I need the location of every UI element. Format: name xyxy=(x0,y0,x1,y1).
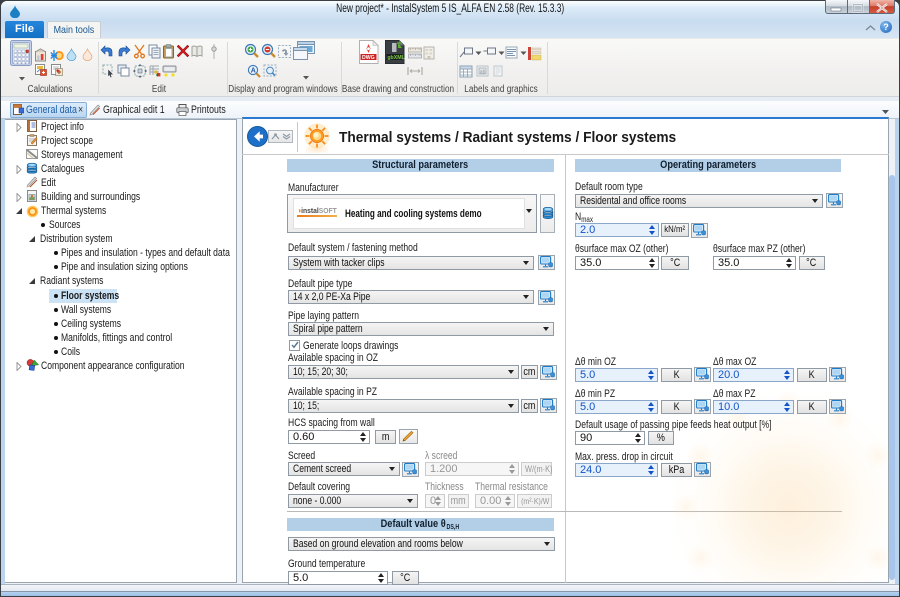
svg-text:ab: ab xyxy=(480,69,486,75)
svg-text:gbXML: gbXML xyxy=(387,55,405,61)
svg-text:DWG: DWG xyxy=(362,55,375,61)
svg-text:A: A xyxy=(251,68,256,75)
